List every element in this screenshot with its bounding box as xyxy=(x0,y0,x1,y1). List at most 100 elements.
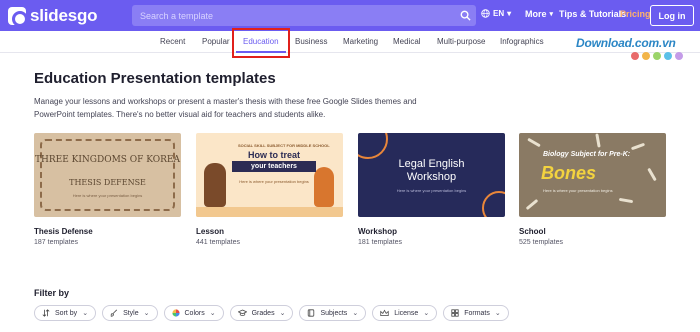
thumbnail-school[interactable]: Biology Subject for Pre-K: Bones Here is… xyxy=(519,133,666,217)
filter-bar: Sort by ⌄ Style ⌄ Colors ⌄ Grades ⌄ Subj… xyxy=(34,305,515,321)
chevron-down-icon: ⌄ xyxy=(423,310,430,317)
card-count: 181 templates xyxy=(358,239,402,246)
color-wheel-icon xyxy=(171,309,180,317)
filter-label: License xyxy=(394,309,419,317)
watermark-dot xyxy=(675,52,683,60)
card-count: 187 templates xyxy=(34,239,78,246)
thumbnail-text: How to treat xyxy=(247,150,300,160)
filter-label: Formats xyxy=(464,309,490,317)
filter-subjects[interactable]: Subjects ⌄ xyxy=(299,305,367,321)
pricing-link[interactable]: Pricing xyxy=(620,9,651,19)
login-button[interactable]: Log in xyxy=(650,5,694,26)
bone-illustration xyxy=(618,197,634,204)
bone-illustration xyxy=(525,198,539,211)
watermark-dot xyxy=(642,52,650,60)
category-card-lesson[interactable]: SOCIAL SKILL SUBJECT FOR MIDDLE SCHOOL H… xyxy=(196,133,343,246)
chevron-down-icon: ⌄ xyxy=(82,310,89,317)
filter-label: Colors xyxy=(184,309,205,317)
thumbnail-text: Here is where your presentation begins xyxy=(72,193,143,198)
graduation-cap-icon xyxy=(237,309,247,317)
tab-multi-purpose[interactable]: Multi-purpose xyxy=(437,37,485,46)
page-title: Education Presentation templates xyxy=(34,70,276,87)
tab-infographics[interactable]: Infographics xyxy=(500,37,544,46)
brush-icon xyxy=(110,309,118,317)
decorative-circle xyxy=(482,191,505,217)
watermark-dots xyxy=(631,52,686,60)
download-watermark: Download.com.vn xyxy=(576,36,676,50)
filter-license[interactable]: License ⌄ xyxy=(372,305,438,321)
tab-business[interactable]: Business xyxy=(295,37,327,46)
globe-icon xyxy=(481,9,490,18)
card-title[interactable]: School xyxy=(519,227,666,236)
filter-label: Sort by xyxy=(55,309,78,317)
language-selector[interactable]: EN ▾ xyxy=(481,9,511,18)
grid-icon xyxy=(451,309,459,317)
category-card-school[interactable]: Biology Subject for Pre-K: Bones Here is… xyxy=(519,133,666,246)
filter-sort-by[interactable]: Sort by ⌄ xyxy=(34,305,97,321)
bone-illustration xyxy=(527,137,541,148)
thumbnail-text: THESIS DEFENSE xyxy=(69,178,146,187)
filter-label: Grades xyxy=(251,309,275,317)
card-count: 525 templates xyxy=(519,239,563,246)
filter-formats[interactable]: Formats ⌄ xyxy=(443,305,509,321)
chevron-down-icon: ⌄ xyxy=(143,310,150,317)
bone-illustration xyxy=(630,142,646,151)
thumbnail-thesis-defense[interactable]: THREE KINGDOMS OF KOREA THESIS DEFENSE H… xyxy=(34,133,181,217)
sort-icon xyxy=(42,309,50,317)
more-menu[interactable]: More ▾ xyxy=(525,9,553,19)
tab-marketing[interactable]: Marketing xyxy=(343,37,378,46)
thumbnail-text: Biology Subject for Pre-K: xyxy=(543,151,631,158)
chevron-down-icon: ⌄ xyxy=(494,310,501,317)
thumbnail-frame xyxy=(40,139,175,211)
crown-icon xyxy=(380,309,389,317)
chevron-down-icon: ⌄ xyxy=(279,310,286,317)
student-illustration xyxy=(314,167,334,207)
bone-illustration xyxy=(647,167,657,182)
top-navigation-bar: slidesgo EN ▾ More ▾ Tips & Tutorials Pr… xyxy=(0,0,700,31)
thumbnail-floor xyxy=(196,207,343,217)
search-input[interactable] xyxy=(132,5,454,26)
tab-popular[interactable]: Popular xyxy=(202,37,230,46)
thumbnail-text: THREE KINGDOMS OF KOREA xyxy=(35,155,180,165)
bone-illustration xyxy=(595,133,601,148)
card-title[interactable]: Thesis Defense xyxy=(34,227,181,236)
more-label: More xyxy=(525,9,547,19)
tips-tutorials-link[interactable]: Tips & Tutorials xyxy=(559,9,626,19)
category-card-thesis-defense[interactable]: THREE KINGDOMS OF KOREA THESIS DEFENSE H… xyxy=(34,133,181,246)
thumbnail-text: your teachers xyxy=(232,161,316,172)
thumbnail-text: SOCIAL SKILL SUBJECT FOR MIDDLE SCHOOL xyxy=(238,143,330,148)
thumbnail-text: Legal English xyxy=(398,158,465,170)
chevron-down-icon: ⌄ xyxy=(209,310,216,317)
slidesgo-logo[interactable]: slidesgo xyxy=(8,6,98,27)
decorative-circle xyxy=(358,133,388,159)
thumbnail-text: Here is where your presentation begins xyxy=(543,188,613,193)
card-count: 441 templates xyxy=(196,239,240,246)
thumbnail-text: Here is where your presentation begins xyxy=(239,179,309,184)
thumbnail-text: Workshop xyxy=(406,171,457,183)
card-title[interactable]: Workshop xyxy=(358,227,505,236)
logo-text: slidesgo xyxy=(30,6,98,25)
student-illustration xyxy=(204,163,226,207)
card-title[interactable]: Lesson xyxy=(196,227,343,236)
filter-label: Subjects xyxy=(320,309,348,317)
category-card-workshop[interactable]: Legal English Workshop Here is where you… xyxy=(358,133,505,246)
chevron-down-icon: ⌄ xyxy=(352,310,359,317)
watermark-dot xyxy=(664,52,672,60)
search-icon xyxy=(460,10,471,21)
filter-grades[interactable]: Grades ⌄ xyxy=(229,305,294,321)
thumbnail-workshop[interactable]: Legal English Workshop Here is where you… xyxy=(358,133,505,217)
tab-medical[interactable]: Medical xyxy=(393,37,421,46)
tab-recent[interactable]: Recent xyxy=(160,37,185,46)
watermark-dot xyxy=(653,52,661,60)
thumbnail-lesson[interactable]: SOCIAL SKILL SUBJECT FOR MIDDLE SCHOOL H… xyxy=(196,133,343,217)
language-label: EN xyxy=(493,9,505,18)
search-button[interactable] xyxy=(454,5,476,26)
page-description: Manage your lessons and workshops or pre… xyxy=(34,97,417,119)
thumbnail-text: Bones xyxy=(541,163,597,183)
chevron-down-icon: ▾ xyxy=(507,9,512,18)
filter-colors[interactable]: Colors ⌄ xyxy=(163,305,224,321)
search-bar xyxy=(132,5,476,26)
filter-style[interactable]: Style ⌄ xyxy=(102,305,158,321)
filter-label: Style xyxy=(123,309,139,317)
book-icon xyxy=(307,309,315,317)
